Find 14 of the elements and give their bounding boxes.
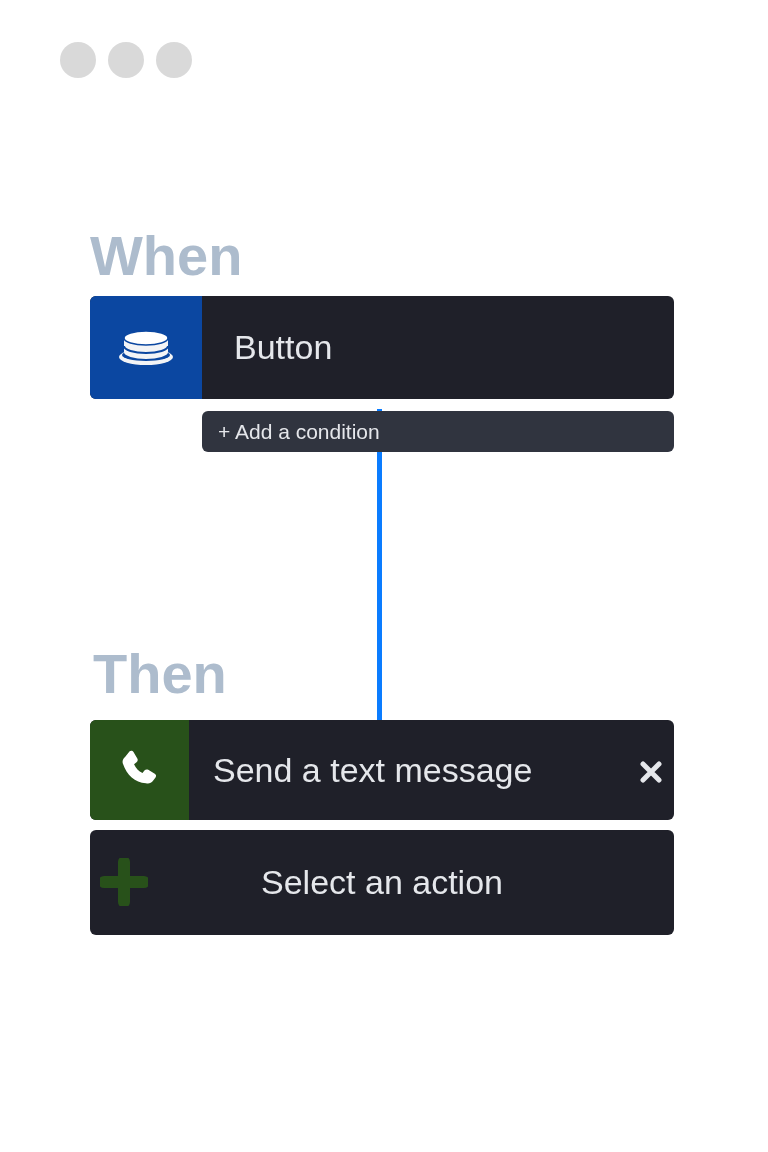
close-icon[interactable] bbox=[640, 761, 662, 783]
window-control[interactable] bbox=[60, 42, 96, 78]
window-control[interactable] bbox=[108, 42, 144, 78]
action-card[interactable]: Send a text message bbox=[90, 720, 674, 820]
add-condition-button[interactable]: + Add a condition bbox=[202, 411, 674, 452]
plus-icon bbox=[100, 858, 148, 906]
section-heading: Then bbox=[92, 642, 228, 707]
window-control[interactable] bbox=[156, 42, 192, 78]
push-button-icon bbox=[117, 328, 175, 367]
trigger-label: Button bbox=[233, 327, 333, 368]
action-label: Send a text message bbox=[212, 749, 533, 791]
trigger-card[interactable]: Button bbox=[90, 296, 674, 399]
select-action-button[interactable]: Select an action bbox=[90, 830, 674, 935]
section-heading: When bbox=[90, 223, 244, 289]
